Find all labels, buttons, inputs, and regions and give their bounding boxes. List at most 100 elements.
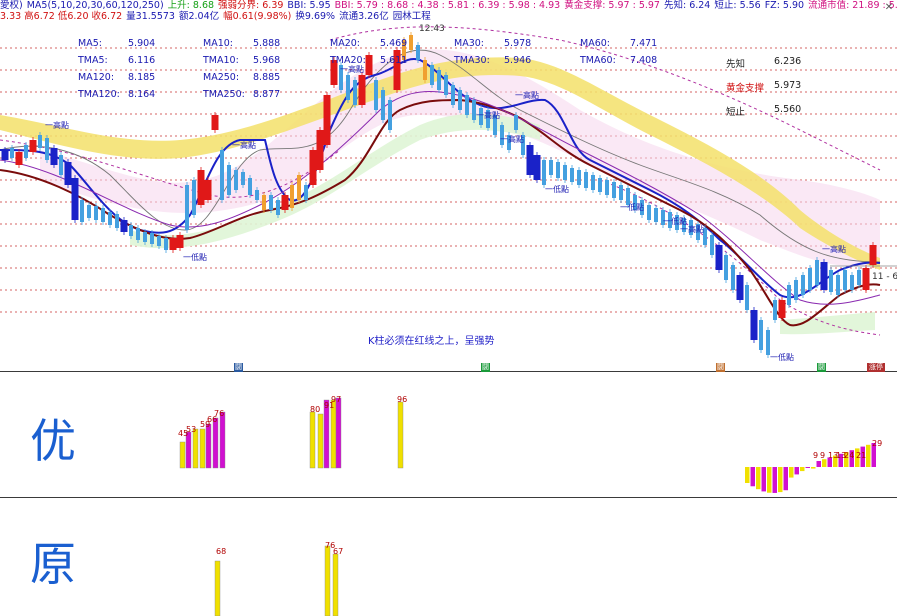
date-marker[interactable]: 闘	[716, 363, 725, 372]
candle-body	[115, 214, 119, 228]
candle-body	[297, 175, 301, 200]
candle-body	[248, 178, 252, 195]
candle-body	[862, 268, 870, 290]
candle-body	[234, 170, 238, 190]
candle-body	[120, 220, 128, 232]
ma-value-cell: TMA120: 8.164	[78, 89, 156, 100]
candle-body	[829, 270, 833, 292]
candle-body	[736, 275, 744, 300]
indicator-bar	[750, 467, 755, 487]
candle-body	[241, 172, 245, 185]
indicator-bar	[324, 545, 331, 616]
indicator-bar	[800, 467, 805, 472]
candle-body	[157, 236, 161, 246]
candle-body	[598, 178, 602, 192]
candle-body	[80, 200, 84, 222]
indicator-value-label: 76	[214, 409, 224, 418]
candle-body	[654, 208, 658, 222]
ma-value-cell: TMA5: 6.116	[78, 55, 156, 66]
candle-body	[794, 280, 798, 300]
ma-value-cell: MA60: 7.471	[580, 38, 658, 49]
chart-note: K柱必须在红线之上，呈强势	[368, 336, 495, 347]
indicator-bar	[317, 413, 324, 469]
candle-body	[290, 185, 294, 208]
candle-body	[563, 165, 567, 180]
candle-body	[64, 162, 72, 185]
indicator-bar	[199, 428, 206, 469]
indicator-bar	[772, 467, 777, 493]
candle-body	[766, 330, 770, 355]
pattern-label: 一高點	[500, 134, 524, 144]
indicator-bar	[767, 467, 772, 493]
candle-body	[514, 115, 518, 130]
indicator-bar	[332, 553, 339, 616]
candle-body	[857, 270, 861, 285]
indicator-bar	[778, 467, 783, 493]
candle-body	[38, 135, 42, 148]
indicator-bar	[214, 560, 221, 616]
candle-body	[778, 300, 786, 318]
candle-body	[820, 262, 828, 290]
candle-body	[570, 168, 574, 182]
candle-body	[612, 182, 616, 198]
right-price-label: 11 - 6	[872, 272, 897, 282]
candle-body	[724, 255, 728, 280]
indicator-bar	[783, 467, 788, 491]
indicator-bar	[323, 399, 330, 469]
indicator-value-label: 96	[397, 395, 407, 404]
indicator-bar	[179, 441, 186, 469]
candle-body	[262, 195, 266, 210]
date-marker[interactable]: 闘	[234, 363, 243, 372]
indicator-bar	[811, 467, 816, 469]
candle-body	[276, 200, 280, 215]
date-marker[interactable]: 涨停	[867, 363, 885, 372]
indicator-bar	[866, 444, 871, 467]
candle-body	[850, 275, 854, 290]
candle-body	[647, 205, 651, 220]
candle-body	[526, 145, 534, 175]
candle-body	[549, 160, 553, 175]
indicator-bar	[330, 399, 337, 469]
indicator-bar	[789, 467, 794, 478]
candle-body	[269, 195, 273, 210]
candle-body	[211, 115, 219, 130]
date-marker[interactable]: 闘	[817, 363, 826, 372]
candle-body	[50, 148, 58, 165]
candle-body	[533, 155, 541, 180]
candle-body	[129, 225, 133, 236]
candle-body	[304, 185, 308, 200]
candle-body	[745, 285, 749, 310]
candle-body	[591, 175, 595, 190]
candle-body	[176, 235, 184, 248]
candle-body	[815, 260, 819, 285]
candle-body	[773, 300, 777, 320]
candle-body	[220, 150, 224, 200]
ma-value-cell: MA120: 8.185	[78, 72, 156, 83]
candle-body	[577, 170, 581, 185]
pattern-label: 一高點	[232, 140, 256, 150]
candle-body	[101, 208, 105, 222]
indicator-bar	[745, 467, 750, 483]
indicator-bar	[816, 461, 821, 467]
pattern-label: 一低點	[545, 184, 569, 194]
pattern-label: 一高點	[476, 110, 500, 120]
date-marker[interactable]: 闘	[481, 363, 490, 372]
candle-body	[801, 275, 805, 295]
candle-body	[24, 145, 28, 158]
ma-value-cell: TMA30: 5.946	[454, 55, 532, 66]
candle-body	[136, 228, 140, 240]
ma-value-cell: MA5: 5.904	[78, 38, 156, 49]
indicator-value-label: 29	[872, 439, 882, 448]
indicator-bar	[219, 411, 226, 469]
indicator-value-label: 53	[186, 425, 196, 434]
candle-body	[29, 140, 37, 152]
candle-body	[94, 206, 98, 220]
indicator-value-label: 80	[310, 405, 320, 414]
indicator-panel-you: 4553596676 80 9197 969 9 131324 2129	[178, 395, 882, 493]
indicator-bar	[397, 401, 404, 469]
indicator-value-label: 97	[331, 395, 341, 404]
candle-body	[185, 185, 189, 230]
candle-body	[556, 162, 560, 178]
candle-body	[843, 270, 847, 290]
ma-value-cell: TMA250: 8.877	[203, 89, 281, 100]
